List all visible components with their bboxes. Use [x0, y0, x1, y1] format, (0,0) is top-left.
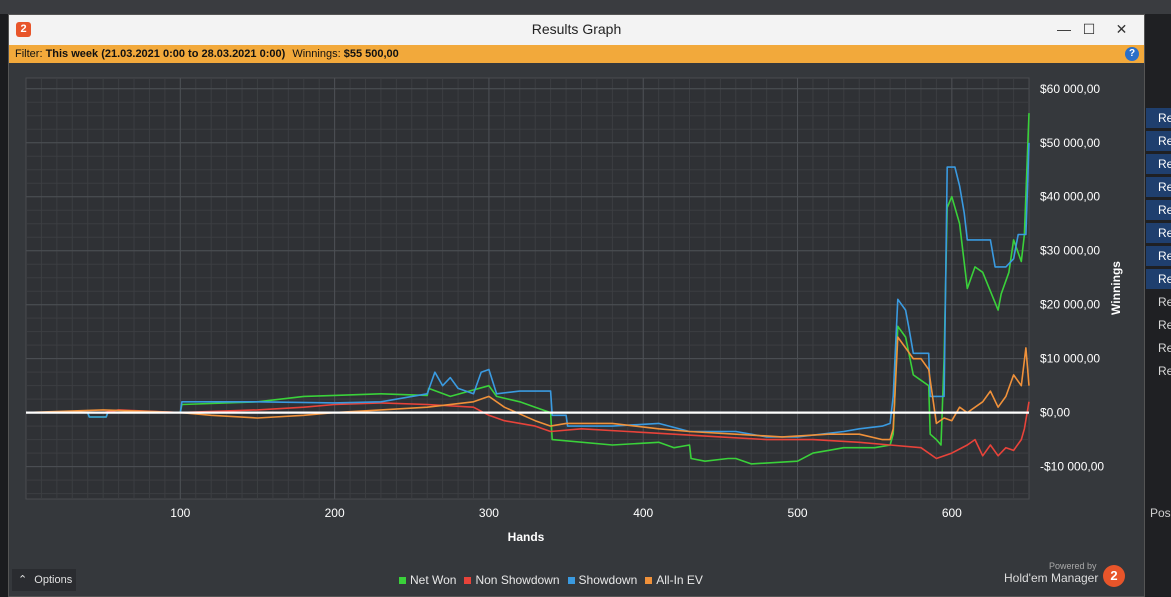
legend-label: Net Won — [410, 573, 457, 587]
x-tick-label: 300 — [479, 506, 499, 520]
y-tick-label: $10 000,00 — [1040, 352, 1100, 366]
background-list-item: Re — [1158, 318, 1171, 332]
x-tick-label: 100 — [170, 506, 190, 520]
legend-label: Non Showdown — [475, 573, 560, 587]
legend-label: All-In EV — [656, 573, 703, 587]
background-list-item: Re — [1146, 200, 1171, 220]
legend-swatch — [645, 576, 653, 584]
options-button[interactable]: ⌃ Options — [12, 569, 76, 591]
background-list-item: Re — [1158, 295, 1171, 309]
x-tick-label: 600 — [942, 506, 962, 520]
background-list-item: Re — [1146, 246, 1171, 266]
x-tick-label: 500 — [788, 506, 808, 520]
x-tick-label: 400 — [633, 506, 653, 520]
background-list-item: Re — [1158, 364, 1171, 378]
x-tick-label: 200 — [325, 506, 345, 520]
legend-item[interactable]: Showdown — [567, 573, 638, 587]
powered-by-text: Powered by — [1049, 561, 1097, 571]
legend-label: Showdown — [578, 573, 638, 587]
legend-item[interactable]: Non Showdown — [464, 573, 560, 587]
results-chart: 100 200 300 400 500 600 -$10 000,00 $0,00 $10 00… — [25, 77, 1123, 544]
legend-item[interactable]: All-In EV — [645, 573, 703, 587]
legend-swatch — [399, 576, 406, 584]
brand-logo-icon: 2 — [1103, 565, 1125, 587]
y-tick-label: $0,00 — [1040, 406, 1070, 420]
background-tabbar — [0, 0, 1171, 14]
y-tick-label: -$10 000,00 — [1040, 460, 1104, 474]
background-list-item: Re — [1146, 154, 1171, 174]
legend-item[interactable]: Net Won — [399, 573, 456, 587]
plot-area — [25, 77, 1030, 500]
legend-swatch — [567, 576, 575, 584]
background-list-item: Re — [1146, 177, 1171, 197]
y-tick-label: $40 000,00 — [1040, 190, 1100, 204]
y-tick-label: $30 000,00 — [1040, 244, 1100, 258]
y-tick-label: $20 000,00 — [1040, 298, 1100, 312]
results-graph-window: 2 Results Graph — ☐ ✕ Filter: This week … — [8, 14, 1145, 597]
x-axis-label: Hands — [508, 530, 545, 544]
brand-name: Hold'em Manager — [1004, 571, 1099, 585]
background-list-item: Re — [1146, 131, 1171, 151]
y-axis-label: Winnings — [1109, 261, 1123, 315]
background-left-edge — [0, 14, 8, 597]
background-list-item: Re — [1158, 341, 1171, 355]
chevron-up-icon: ⌃ — [18, 574, 28, 586]
background-list-item: Re — [1146, 108, 1171, 128]
y-tick-label: $50 000,00 — [1040, 136, 1100, 150]
y-tick-label: $60 000,00 — [1040, 82, 1100, 96]
background-list-item: Re — [1146, 269, 1171, 289]
chart-legend: Net Won Non Showdown Showdown All-In EV — [399, 571, 703, 589]
options-label: Options — [34, 574, 73, 586]
legend-swatch — [464, 576, 472, 584]
background-list-item: Re — [1146, 223, 1171, 243]
background-pos-header: Pos — [1150, 506, 1171, 520]
